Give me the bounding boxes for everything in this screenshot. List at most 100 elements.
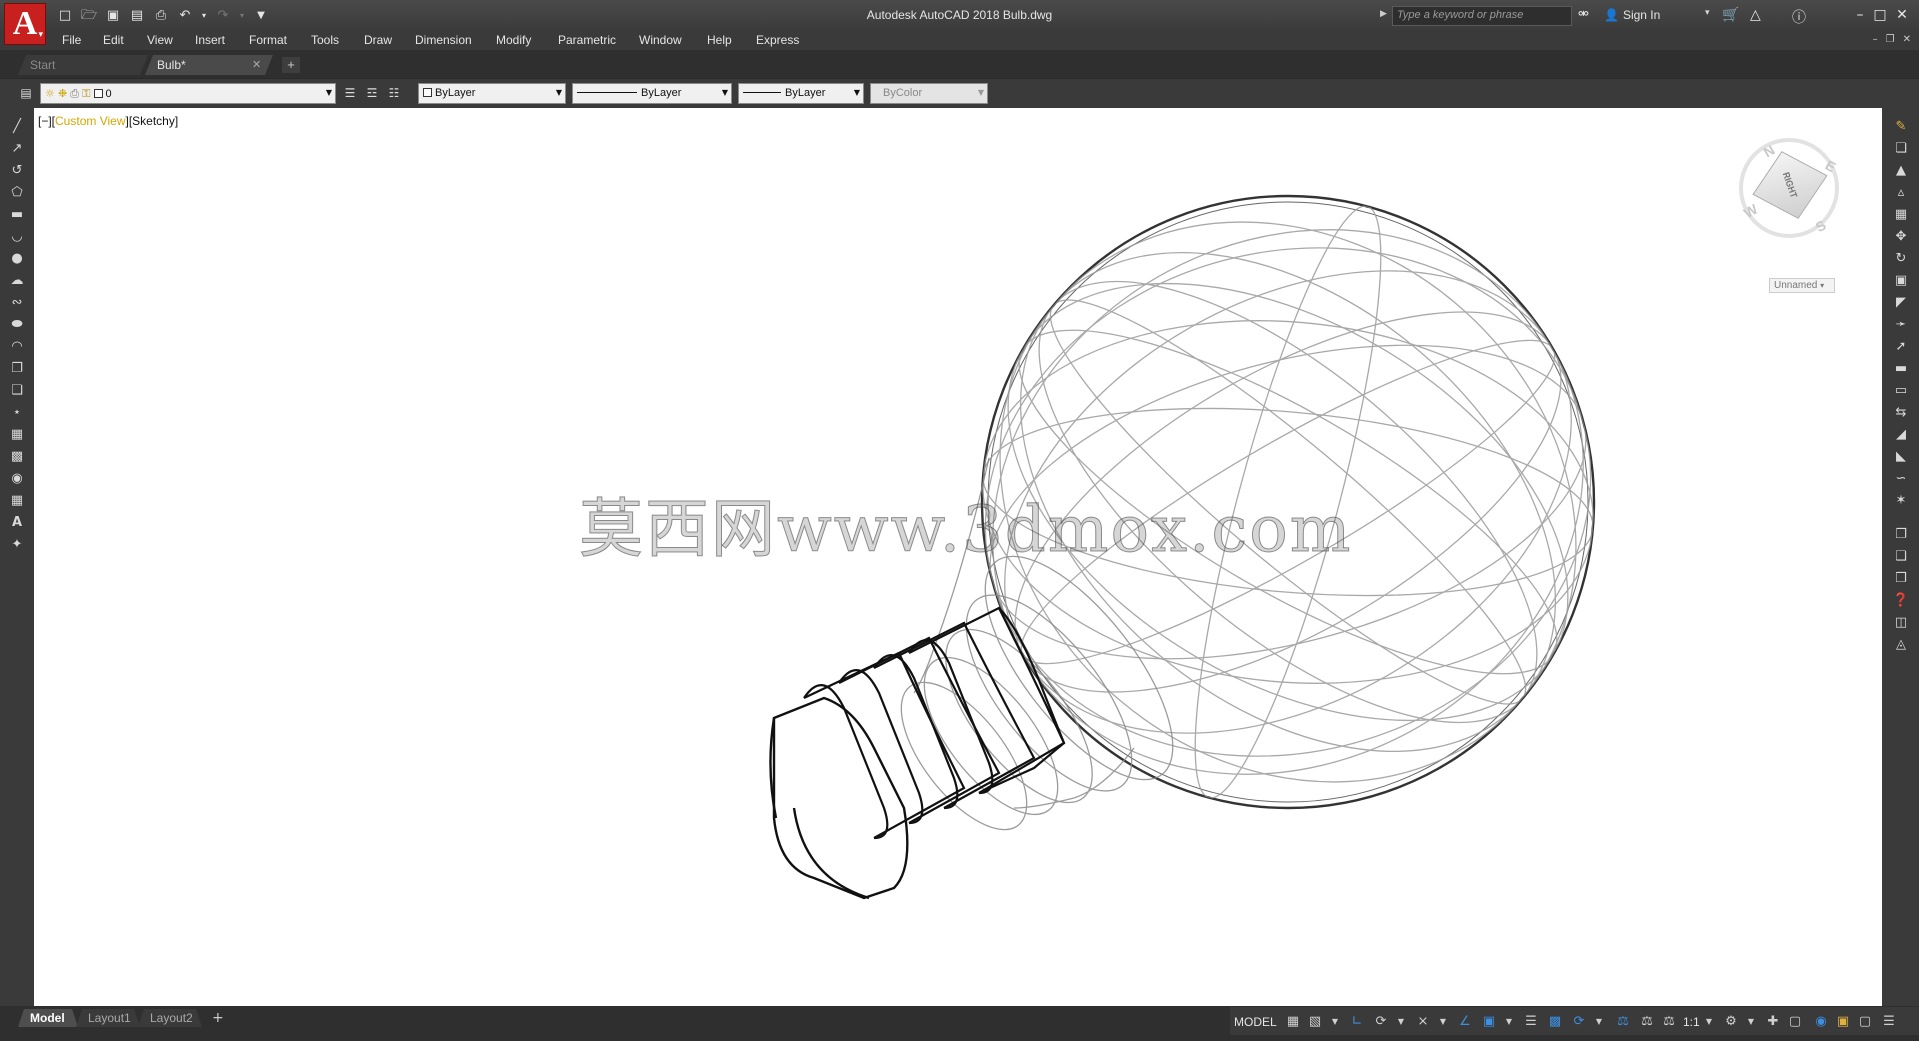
hatch-icon[interactable]: ▦ bbox=[8, 426, 26, 444]
drawing-minimize-icon[interactable]: – bbox=[1873, 34, 1878, 45]
menu-edit[interactable]: Edit bbox=[103, 33, 124, 47]
autodesk-store-icon[interactable]: 🛒 bbox=[1722, 7, 1739, 23]
region-icon[interactable]: ◉ bbox=[8, 470, 26, 488]
blend-curves-icon[interactable]: ∽ bbox=[1892, 470, 1910, 488]
undo-dropdown-icon[interactable]: ▾ bbox=[200, 7, 208, 25]
a360-icon[interactable]: △ bbox=[1750, 7, 1761, 23]
join-icon[interactable]: ⇆ bbox=[1892, 404, 1910, 422]
open-file-icon[interactable]: 🗁 bbox=[80, 7, 98, 25]
send-to-back-icon[interactable]: ❑ bbox=[1892, 548, 1910, 566]
send-under-icon[interactable]: ❓ bbox=[1892, 592, 1910, 610]
add-selected-icon[interactable]: ✦ bbox=[8, 536, 26, 554]
maximize-icon[interactable]: □ bbox=[1868, 5, 1892, 25]
help-icon[interactable]: ⓘ bbox=[1792, 7, 1806, 27]
lineweight-display-icon[interactable]: ☰ bbox=[1522, 1013, 1540, 1031]
grid-icon[interactable]: ▦ bbox=[1284, 1013, 1302, 1031]
search-expand-icon[interactable]: ▶ bbox=[1380, 9, 1387, 19]
tab-layout2[interactable]: Layout2 bbox=[138, 1009, 202, 1027]
move-icon[interactable]: ✥ bbox=[1892, 228, 1910, 246]
menu-file[interactable]: File bbox=[62, 33, 81, 47]
clean-screen-icon[interactable]: ▢ bbox=[1856, 1013, 1874, 1031]
customization-menu-icon[interactable]: ☰ bbox=[1880, 1013, 1898, 1031]
polygon-icon[interactable]: ⬠ bbox=[8, 184, 26, 202]
annotation-monitor-icon[interactable]: ✚ bbox=[1764, 1013, 1782, 1031]
menu-window[interactable]: Window bbox=[639, 33, 682, 47]
sign-in-button[interactable]: 👤 Sign In bbox=[1604, 8, 1660, 22]
ucs-menu-dropdown[interactable]: Unnamed ▾ bbox=[1769, 278, 1835, 293]
lineweight-dropdown[interactable]: ByLayer ▼ bbox=[738, 83, 864, 104]
line-icon[interactable]: ╱ bbox=[8, 118, 26, 136]
viewcube[interactable]: N E S W RIGHT bbox=[1734, 133, 1844, 243]
drawing-restore-icon[interactable]: ❐ bbox=[1886, 34, 1895, 45]
annotation-scale-value[interactable]: 1:1 bbox=[1683, 1015, 1700, 1029]
circle-icon[interactable]: ● bbox=[8, 250, 26, 268]
add-layout-icon[interactable]: + bbox=[212, 1010, 224, 1026]
hatch-to-back-icon[interactable]: ◬ bbox=[1892, 636, 1910, 654]
match-layer-icon[interactable]: ☲ bbox=[364, 85, 380, 101]
array-icon[interactable]: ▦ bbox=[1892, 206, 1910, 224]
close-icon[interactable]: ✕ bbox=[1890, 5, 1914, 25]
layer-dropdown[interactable]: ☼ ❉ ⎙ ⚿ 0 ▼ bbox=[40, 83, 336, 104]
polar-tracking-icon[interactable]: ⟳ bbox=[1372, 1013, 1390, 1031]
gradient-icon[interactable]: ▩ bbox=[8, 448, 26, 466]
menu-tools[interactable]: Tools bbox=[311, 33, 339, 47]
selection-cycling-icon[interactable]: ⟳ bbox=[1570, 1013, 1588, 1031]
point-icon[interactable]: ⋆ bbox=[8, 404, 26, 422]
scale-icon[interactable]: ▣ bbox=[1892, 272, 1910, 290]
new-file-icon[interactable]: □ bbox=[56, 7, 74, 25]
table-icon[interactable]: ▦ bbox=[8, 492, 26, 510]
workspace-dropdown-icon[interactable]: ▼ bbox=[1742, 1013, 1760, 1031]
menu-help[interactable]: Help bbox=[707, 33, 732, 47]
spline-icon[interactable]: ∾ bbox=[8, 294, 26, 312]
new-tab-plus-icon[interactable]: + bbox=[282, 57, 300, 73]
plot-icon[interactable]: ⎙ bbox=[152, 7, 170, 25]
tab-model[interactable]: Model bbox=[18, 1009, 78, 1027]
extend-icon[interactable]: ➚ bbox=[1892, 338, 1910, 356]
revision-cloud-icon[interactable]: ☁ bbox=[8, 272, 26, 290]
transparency-icon[interactable]: ▩ bbox=[1546, 1013, 1564, 1031]
chamfer-icon[interactable]: ◢ bbox=[1892, 426, 1910, 444]
layer-properties-icon[interactable]: ▤ bbox=[18, 85, 34, 101]
erase-icon[interactable]: ✎ bbox=[1892, 118, 1910, 136]
save-as-icon[interactable]: ▤ bbox=[128, 7, 146, 25]
scale-dropdown-icon[interactable]: ▼ bbox=[1700, 1013, 1718, 1031]
make-block-icon[interactable]: ❏ bbox=[8, 382, 26, 400]
auto-scale-icon[interactable]: ⚖ bbox=[1638, 1013, 1656, 1031]
menu-insert[interactable]: Insert bbox=[195, 33, 225, 47]
customize-qat-icon[interactable]: ▼ bbox=[252, 7, 270, 25]
ortho-icon[interactable]: ∟ bbox=[1348, 1013, 1366, 1031]
osnap-dropdown-icon[interactable]: ▼ bbox=[1500, 1013, 1518, 1031]
tab-layout1[interactable]: Layout1 bbox=[76, 1009, 140, 1027]
workspace-gear-icon[interactable]: ⚙ bbox=[1722, 1013, 1740, 1031]
ellipse-arc-icon[interactable]: ◠ bbox=[8, 338, 26, 356]
plotstyle-dropdown[interactable]: ByColor ▼ bbox=[870, 83, 988, 104]
arc-icon[interactable]: ◡ bbox=[8, 228, 26, 246]
annotation-scale-icon[interactable]: ⚖ bbox=[1660, 1013, 1678, 1031]
search-binoculars-icon[interactable]: ⚮ bbox=[1578, 7, 1589, 22]
drawing-viewport[interactable]: [−][Custom View][Sketchy] 莫西网www.3dmox.c… bbox=[34, 108, 1882, 1006]
menu-format[interactable]: Format bbox=[249, 33, 287, 47]
break-at-point-icon[interactable]: ▬ bbox=[1892, 360, 1910, 378]
selection-dropdown-icon[interactable]: ▼ bbox=[1590, 1013, 1608, 1031]
ellipse-icon[interactable]: ⬬ bbox=[8, 316, 26, 334]
redo-dropdown-icon[interactable]: ▾ bbox=[238, 7, 246, 25]
menu-express[interactable]: Express bbox=[756, 33, 799, 47]
search-input[interactable]: Type a keyword or phrase bbox=[1392, 6, 1572, 26]
offset-icon[interactable]: ▵ bbox=[1892, 184, 1910, 202]
menu-view[interactable]: View bbox=[147, 33, 173, 47]
construction-line-icon[interactable]: ↗ bbox=[8, 140, 26, 158]
insert-block-icon[interactable]: ❐ bbox=[8, 360, 26, 378]
menu-parametric[interactable]: Parametric bbox=[558, 33, 616, 47]
application-menu-button[interactable]: A ▾ bbox=[4, 3, 46, 45]
annotation-visibility-icon[interactable]: ⚖ bbox=[1614, 1013, 1632, 1031]
layer-previous-icon[interactable]: ☷ bbox=[386, 85, 402, 101]
isolate-objects-icon[interactable]: ▣ bbox=[1834, 1013, 1852, 1031]
polyline-icon[interactable]: ↺ bbox=[8, 162, 26, 180]
snap-icon[interactable]: ▧ bbox=[1306, 1013, 1324, 1031]
isodraft-icon[interactable]: ⨯ bbox=[1414, 1013, 1432, 1031]
multiline-text-icon[interactable]: A bbox=[8, 514, 26, 532]
units-icon[interactable]: ▢ bbox=[1786, 1013, 1804, 1031]
trim-icon[interactable]: ➛ bbox=[1892, 316, 1910, 334]
object-snap-icon[interactable]: ▣ bbox=[1480, 1013, 1498, 1031]
polar-dropdown-icon[interactable]: ▼ bbox=[1392, 1013, 1410, 1031]
